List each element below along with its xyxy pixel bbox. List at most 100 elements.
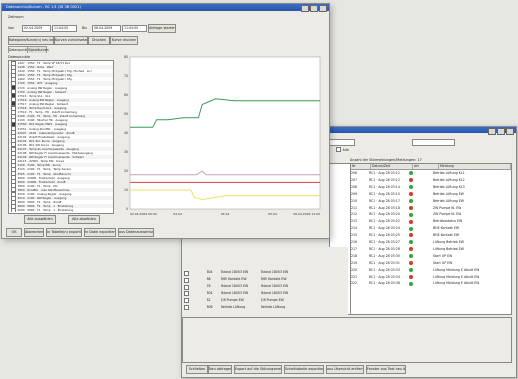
curve-chart[interactable]: 80 70 60 50 40 30 20 10 002.04.2009 00:00 03.04 04…: [116, 51, 324, 221]
back-window-button[interactable]: Export auf die Störungsmeldungen: [234, 365, 282, 374]
bottom-button[interactable]: OK: [6, 228, 22, 237]
datapoint-checkbox[interactable]: [10, 208, 16, 213]
all-checkbox-box[interactable]: [335, 147, 341, 152]
alarm-row[interactable]: 210 RC1 · Aug 28 03:17 Betrieb Lüftung EW: [351, 198, 511, 205]
toolbar-button[interactable]: Kategorie/Kurve(n) neu berechnen: [8, 36, 54, 45]
alarm-datetime: RC1 · Aug 28 03:33: [369, 267, 400, 272]
alarm-grid[interactable]: Nr Datum/Zeit Art Meldung 206 RC1 · Aug 2…: [350, 163, 512, 315]
alarm-row[interactable]: 219 RC1 · Aug 28 03:31 Start UP EW: [351, 260, 511, 267]
status-dot-icon: [409, 274, 413, 279]
alarm-row[interactable]: 206 RC1 · Aug 28 03:12 Betrieb Lüftung KL1: [351, 170, 511, 177]
von-time-field[interactable]: 11:04:00: [52, 25, 77, 32]
alarm-datetime: RC1 · Aug 28 03:25: [369, 233, 400, 238]
toolbar-button[interactable]: Kurve drucken: [110, 36, 138, 45]
von-date-field[interactable]: 02.04.2009: [22, 25, 51, 32]
bis-date-field[interactable]: 06.04.2009: [92, 25, 121, 32]
alarm-row[interactable]: 222 RC1 · Aug 28 03:36 Lüftung Meldung E A…: [351, 280, 511, 287]
curve-window: Datenarchiv/Kurven - RC 1/1 (ID 3B 0021)…: [1, 3, 330, 239]
back-window-button[interactable]: Neu abfragen: [208, 365, 232, 374]
close-icon[interactable]: [319, 5, 327, 12]
y-tick-label: 0: [126, 207, 128, 211]
back-window-button[interactable]: Schließen: [186, 365, 208, 374]
alarm-nr: 215: [351, 233, 358, 238]
bottom-button[interactable]: Abbrechen: [24, 228, 44, 237]
tab-signalcurves[interactable]: Signalkurven: [27, 46, 49, 53]
alarm-row[interactable]: 216 RC1 · Aug 28 03:27 Lüftung Betrieb EW: [351, 239, 511, 246]
alarm-nr: 218: [351, 253, 358, 258]
point-checkbox[interactable]: [183, 305, 189, 311]
bottom-button[interactable]: In Tabelle(n) exportieren: [46, 228, 82, 237]
y-tick-label: 70: [124, 74, 128, 78]
back-window-button[interactable]: aus Übersicht entfernen: [326, 365, 364, 374]
point-row[interactable]: 604 Tstand 18003 EW Tstand 18003 EW: [182, 290, 348, 297]
point-row[interactable]: 604 Tstand 18003 EW Tstand 18003 EW: [182, 269, 348, 276]
message-count-label: Anzahl der Störmeldungen/Meldungen: 17: [350, 158, 422, 162]
alarm-datetime: RC1 · Aug 28 03:20: [369, 212, 400, 217]
back-window-button[interactable]: Fenster aus Text neu öffnen: [366, 365, 406, 374]
select-all-button[interactable]: Alle auswählen: [24, 215, 56, 224]
tab-datapoints[interactable]: Datenpunkte: [8, 46, 30, 53]
point-row[interactable]: 82 2/8 Pumpe EW 2/8 Pumpe EW: [182, 297, 348, 304]
alarm-row[interactable]: 207 RC1 · Aug 28 03:12 Betrieb Lüftung KL2: [351, 177, 511, 184]
y-tick-label: 10: [124, 188, 128, 192]
y-tick-label: 80: [124, 55, 128, 59]
alarm-status: [409, 177, 433, 184]
datapoint-item[interactable]: 5000 · 5800 · F1 · Temp · 1 · Einstellun…: [9, 208, 113, 213]
alarm-row[interactable]: 218 RC1 · Aug 28 03:30 Start UP EW: [351, 253, 511, 260]
all-checkbox[interactable]: Alle: [334, 147, 349, 152]
alarm-row[interactable]: 220 RC1 · Aug 28 03:33 Lüftung Meldung E A…: [351, 267, 511, 274]
alarm-nr: 206: [351, 171, 358, 175]
bottom-button[interactable]: aus Datenauswertung: [118, 228, 154, 237]
maximize-icon[interactable]: [497, 128, 505, 135]
datapoint-list[interactable]: 1447 · 1550 · F1 · Temp VF 18/73 KL1 1448…: [8, 60, 114, 214]
point-row[interactable]: 78 Tstand 18003 EW Tstand 18003 EW: [182, 283, 348, 290]
alarm-status: [409, 205, 433, 212]
maximize-icon[interactable]: [310, 5, 318, 12]
toolbar-button[interactable]: Drucken: [88, 36, 110, 45]
alarm-row[interactable]: 209 RC1 · Aug 28 03:15 Betrieb Lüftung EW: [351, 191, 511, 198]
close-icon[interactable]: [506, 128, 514, 135]
alarm-message: Lüftung Meldung E Abluft EW: [433, 267, 480, 272]
alarm-row[interactable]: 217 RC1 · Aug 28 03:28 Lüftung Betrieb EW: [351, 246, 511, 253]
alarm-row[interactable]: 215 RC1 · Aug 28 03:25 BHE Kontakt EW: [351, 232, 511, 239]
minimize-icon[interactable]: [488, 128, 496, 135]
point-id: 604: [206, 270, 213, 274]
col-nr[interactable]: Nr: [351, 164, 371, 169]
point-row[interactable]: 88 BHE Kontakt EW BHE Kontakt EW: [182, 276, 348, 283]
minimize-icon[interactable]: [301, 5, 309, 12]
filter-field-3[interactable]: [412, 139, 455, 146]
status-dot-icon: [409, 171, 413, 176]
point-ref: BHE Kontakt EW: [260, 276, 287, 281]
fetch-button[interactable]: Abfrage starten: [148, 24, 176, 33]
alarm-row[interactable]: 208 RC1 · Aug 28 03:14 Betrieb Lüftung KL3: [351, 184, 511, 191]
col-message[interactable]: Meldung: [439, 164, 511, 169]
alarm-message: Betrieb Lüftung KL3: [433, 184, 465, 189]
alarm-status: [409, 246, 433, 253]
y-tick-label: 50: [124, 112, 128, 116]
alarm-message: Betrieb Lüftung EW: [433, 191, 464, 196]
point-table[interactable]: 604 Tstand 18003 EW Tstand 18003 EW 88 BHE K…: [182, 247, 348, 317]
alarm-datetime: RC1 · Aug 28 03:22: [369, 219, 400, 224]
alarm-row[interactable]: 211 RC1 · Aug 28 03:18 ZW Pumpe KL EW: [351, 205, 511, 212]
alarm-row[interactable]: 212 RC1 · Aug 28 03:20 ZW Pumpe KL EW: [351, 211, 511, 218]
alarm-row[interactable]: 213 RC1 · Aug 28 03:22 Betriebsstatus EW: [351, 218, 511, 225]
alarm-nr: 219: [351, 260, 358, 265]
alarm-status: [409, 218, 433, 225]
alarm-row[interactable]: 214 RC1 · Aug 28 03:24 BHE Kontakt EW: [351, 225, 511, 232]
alarm-datetime: RC1 · Aug 28 03:31: [369, 260, 400, 265]
y-tick-label: 30: [124, 150, 128, 154]
x-tick-label: 04.04: [221, 212, 230, 216]
window-title: Datenarchiv/Kurven - RC 1/1 (ID 3B 0021): [6, 5, 81, 9]
status-dot-icon: [409, 226, 413, 231]
point-row[interactable]: 806 Betrieb Lüftung Betrieb Lüftung: [182, 304, 348, 311]
col-datetime[interactable]: Datum/Zeit: [371, 164, 413, 169]
bis-time-field[interactable]: 11:04:00: [122, 25, 147, 32]
bottom-button[interactable]: In Datei exportieren: [84, 228, 116, 237]
deselect-all-button[interactable]: Alle abwählen: [68, 215, 100, 224]
status-dot-icon: [409, 192, 413, 197]
point-name: Betrieb Lüftung: [220, 304, 246, 309]
alarm-row[interactable]: 221 RC1 · Aug 28 03:34 Lüftung Meldung E A…: [351, 274, 511, 281]
col-type[interactable]: Art: [413, 164, 439, 169]
toolbar-button[interactable]: Kurven zurücksetzen: [54, 36, 88, 45]
back-window-button[interactable]: Schalttabelle exportieren: [284, 365, 324, 374]
